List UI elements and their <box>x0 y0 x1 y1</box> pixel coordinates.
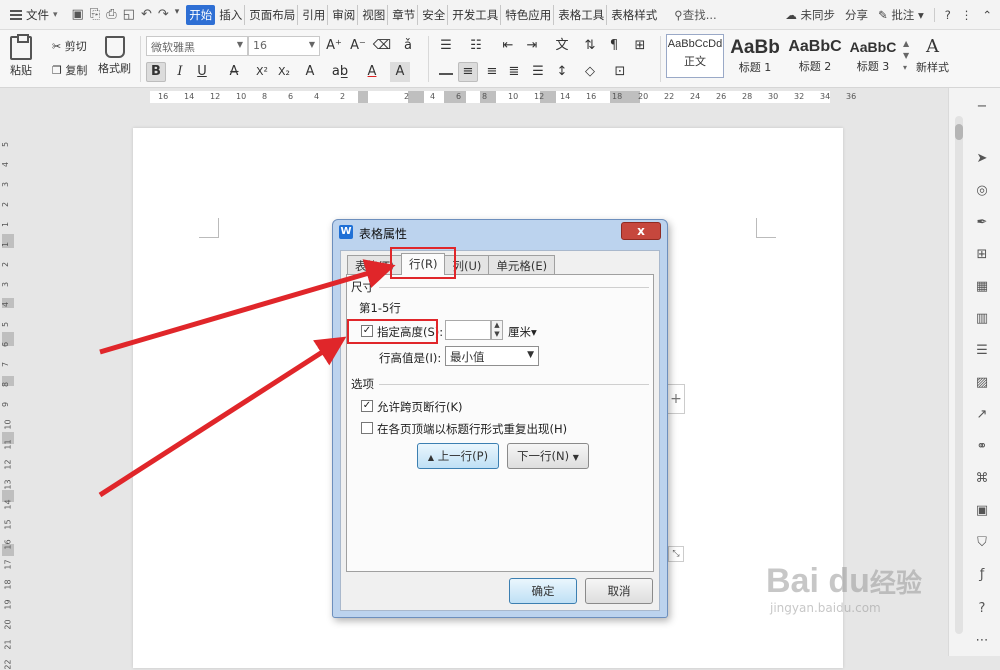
annotation-arrows <box>98 259 396 498</box>
arrow-to-row-tab <box>99 259 396 355</box>
watermark-url: jingyan.baidu.com <box>770 601 881 615</box>
ruler-tick-label: 22 <box>3 659 13 670</box>
arrow-to-specify-height <box>98 336 347 498</box>
watermark-suffix: 经验 <box>869 568 922 598</box>
baidu-jingyan-watermark: Bai du经验 jingyan.baidu.com <box>766 562 946 642</box>
watermark-brand: Bai du <box>766 562 870 600</box>
tab-row[interactable]: 行(R) <box>401 253 446 275</box>
